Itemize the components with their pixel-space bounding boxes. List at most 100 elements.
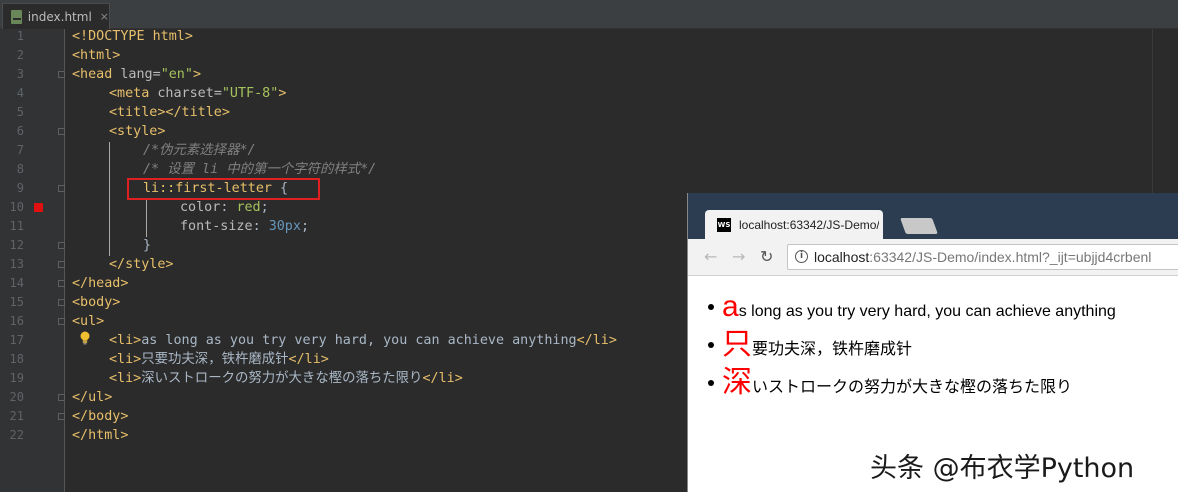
css-property: color [180, 200, 221, 215]
fold-marker[interactable] [58, 394, 65, 401]
first-letter: a [722, 290, 739, 323]
line-number: 14 [9, 276, 24, 290]
body-close-tag: </body> [72, 409, 129, 424]
colon: : [220, 200, 237, 215]
first-letter: 深 [722, 366, 752, 399]
code-line-5[interactable]: <title></title> [109, 103, 230, 122]
code-line-13[interactable]: </style> [109, 255, 174, 274]
back-icon[interactable]: ← [704, 247, 717, 266]
url-host: localhost [814, 249, 870, 265]
line-number: 12 [9, 238, 24, 252]
browser-tab-title: localhost:63342/JS-Demo/index.html [739, 217, 879, 232]
line-number: 8 [16, 162, 24, 176]
code-line-1[interactable]: <!DOCTYPE html> [72, 27, 193, 46]
fold-marker[interactable] [58, 318, 65, 325]
semicolon: ; [260, 200, 269, 215]
title-tag: <title></title> [109, 105, 230, 120]
close-icon[interactable]: × [100, 10, 109, 23]
list-item-text: s long as you try very hard, you can ach… [738, 303, 1116, 320]
code-line-15[interactable]: <body> [72, 293, 120, 312]
code-line-4[interactable]: <meta charset="UTF-8"> [109, 84, 286, 103]
line-number: 7 [16, 143, 24, 157]
tab-index-html[interactable]: index.html × [2, 3, 110, 29]
fold-marker[interactable] [58, 71, 65, 78]
code-line-18[interactable]: <li>只要功夫深，铁杵磨成针</li> [109, 350, 329, 369]
webstorm-icon: WS [717, 217, 731, 232]
info-icon[interactable]: i [795, 250, 808, 263]
line-number: 9 [16, 181, 24, 195]
li-close-tag: </li> [422, 371, 463, 386]
code-line-11[interactable]: font-size: 30px; [180, 217, 309, 236]
forward-icon[interactable]: → [732, 247, 745, 266]
selector-highlight-box [127, 178, 320, 200]
lang-attr: lang [120, 67, 153, 82]
fold-marker[interactable] [58, 185, 65, 192]
code-line-20[interactable]: </ul> [72, 388, 112, 407]
rendered-list: as long as you try very hard, you can ac… [708, 288, 1116, 402]
list-item-text: 要功夫深，铁杵磨成针 [752, 341, 913, 358]
code-line-17[interactable]: <li>as long as you try very hard, you ca… [109, 331, 617, 350]
address-bar[interactable]: i localhost:63342/JS-Demo/index.html?_ij… [787, 244, 1178, 270]
browser-tab[interactable]: WS localhost:63342/JS-Demo/index.html [705, 210, 883, 239]
fold-marker[interactable] [58, 299, 65, 306]
editor-tab-bar: index.html × [0, 0, 1178, 29]
line-number: 20 [9, 390, 24, 404]
first-letter: 只 [722, 328, 752, 361]
head-open-tag: <head [72, 67, 121, 82]
code-line-22[interactable]: </html> [72, 426, 128, 445]
indent-guide [109, 142, 110, 256]
code-line-12[interactable]: } [143, 236, 151, 255]
tag-close: > [278, 86, 287, 101]
bullet [708, 304, 714, 310]
code-line-19[interactable]: <li>深いストロークの努力が大きな樫の落ちた限り</li> [109, 369, 463, 388]
li-text: 深いストロークの努力が大きな樫の落ちた限り [141, 371, 423, 386]
line-number: 17 [9, 333, 24, 347]
ul-close-tag: </ul> [72, 390, 113, 405]
code-line-10[interactable]: color: red; [180, 198, 269, 217]
indent-guide [146, 199, 147, 237]
watermark: 头条 @布衣学Python [870, 453, 1135, 484]
code-line-3[interactable]: <head lang="en"> [72, 65, 201, 84]
line-number: 18 [9, 352, 24, 366]
line-number: 6 [16, 124, 24, 138]
css-value: 30px [268, 219, 301, 234]
code-line-21[interactable]: </body> [72, 407, 128, 426]
line-number: 3 [16, 67, 24, 81]
lightbulb-icon[interactable] [79, 331, 91, 345]
code-line-6[interactable]: <style> [109, 122, 165, 141]
line-number: 1 [16, 29, 24, 43]
charset-attr: charset [157, 86, 214, 101]
head-close-tag: </head> [72, 276, 129, 291]
fold-marker[interactable] [58, 280, 65, 287]
code-line-7[interactable]: /*伪元素选择器*/ [143, 141, 256, 160]
code-line-8[interactable]: /* 设置 li 中的第一个字符的样式*/ [143, 160, 376, 179]
semicolon: ; [300, 219, 309, 234]
equals: = [213, 86, 222, 101]
code-line-16[interactable]: <ul> [72, 312, 104, 331]
html-open-tag: <html> [72, 48, 121, 63]
browser-tab-strip: WS localhost:63342/JS-Demo/index.html [688, 193, 1178, 239]
list-item: as long as you try very hard, you can ac… [708, 288, 1116, 326]
li-open-tag: <li> [109, 333, 142, 348]
li-close-tag: </li> [288, 352, 329, 367]
line-number: 5 [16, 105, 24, 119]
list-item: 只要功夫深，铁杵磨成针 [708, 326, 1116, 364]
line-number: 16 [9, 314, 24, 328]
list-item: 深いストロークの努力が大きな樫の落ちた限り [708, 364, 1116, 402]
line-number: 21 [9, 409, 24, 423]
code-line-2[interactable]: <html> [72, 46, 120, 65]
tag-close: > [192, 67, 201, 82]
doctype: <!DOCTYPE html> [72, 29, 193, 44]
charset-value: "UTF-8" [221, 86, 279, 101]
fold-marker[interactable] [58, 128, 65, 135]
fold-marker[interactable] [58, 413, 65, 420]
tab-label: index.html [27, 9, 92, 24]
new-tab-button[interactable] [900, 218, 938, 234]
fold-marker[interactable] [58, 242, 65, 249]
style-open-tag: <style> [109, 124, 166, 139]
reload-icon[interactable]: ↻ [760, 247, 773, 266]
bullet [708, 380, 714, 386]
code-line-14[interactable]: </head> [72, 274, 128, 293]
fold-marker[interactable] [58, 261, 65, 268]
line-number: 10 [9, 200, 24, 214]
